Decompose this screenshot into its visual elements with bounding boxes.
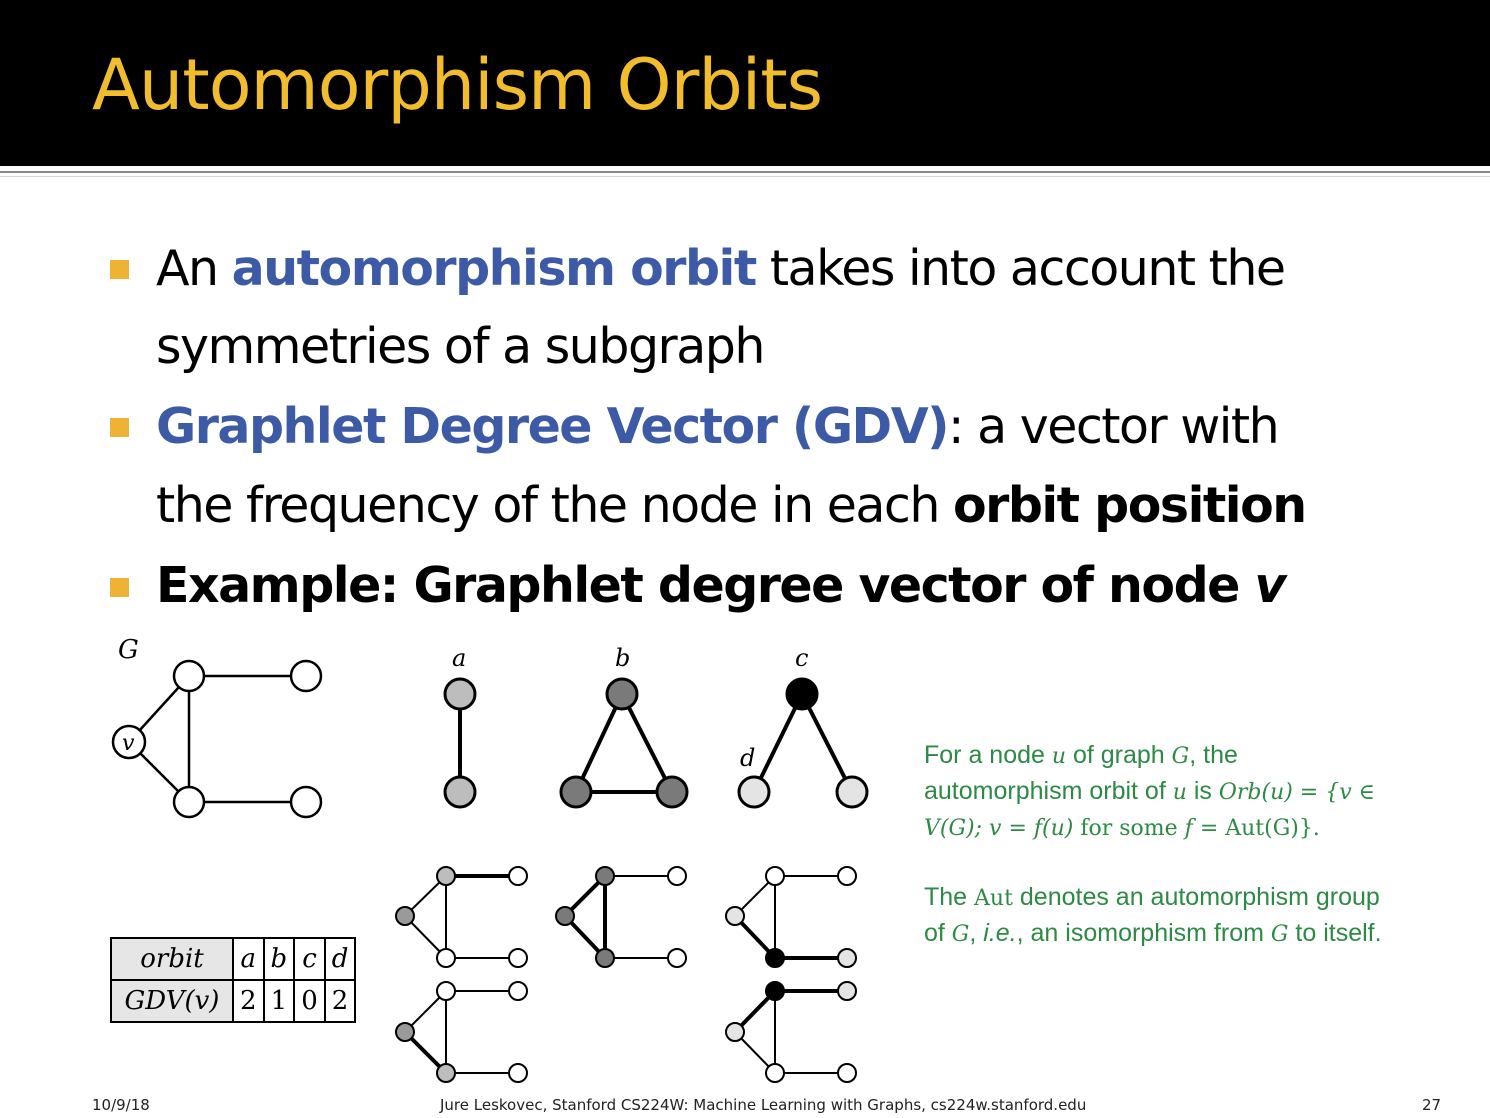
- title-bar: Automorphism Orbits: [0, 0, 1490, 166]
- footer-credit: Jure Leskovec, Stanford CS224W: Machine …: [440, 1096, 1087, 1114]
- graph-node: [172, 785, 206, 819]
- term-automorphism-orbit: automorphism orbit: [231, 240, 758, 297]
- graph-node: [289, 785, 323, 819]
- table-header-cell: c: [293, 937, 326, 981]
- orbit-node-a: [443, 677, 477, 711]
- orbit-label-a: a: [452, 644, 466, 672]
- table-header-cell: a: [232, 937, 265, 981]
- orbit-label-c: c: [795, 644, 808, 672]
- bullet-marker: [110, 260, 129, 279]
- table-header-cell: d: [323, 937, 357, 981]
- graphlet-diagram: G v a b c d: [111, 635, 869, 1083]
- instance-orbit-cd-2: [725, 981, 857, 1083]
- graph-node: [289, 659, 323, 693]
- graph-label-g: G: [118, 635, 139, 665]
- bullet-1-line-2: symmetries of a subgraph: [156, 318, 765, 375]
- orbit-node-d: [737, 775, 771, 809]
- table-row-label: GDV(v): [110, 979, 234, 1023]
- note-line-1: For a node u of graph G, the: [924, 741, 1238, 769]
- table-cell: 2: [323, 979, 357, 1023]
- term-gdv: Graphlet Degree Vector (GDV): [156, 398, 950, 455]
- note-line-2: automorphism orbit of u is Orb(u) = {v ∈: [924, 777, 1375, 805]
- definition-note: For a node u of graph G, the automorphis…: [924, 738, 1464, 952]
- bullet-3-line-1: Example: Graphlet degree vector of node …: [156, 557, 1286, 614]
- title-rule: [0, 171, 1490, 173]
- gdv-table: orbit a b c d GDV(v) 2 1 0 2: [110, 937, 357, 1023]
- orbit-node-c: [785, 677, 819, 711]
- note-line-3: V(G); v = f(u) for some f = Aut(G)}.: [924, 816, 1320, 841]
- note-line-5: of G, i.e., an isomorphism from G to its…: [924, 919, 1382, 947]
- footer-page-number: 27: [1422, 1096, 1442, 1114]
- orbit-node-b: [605, 677, 639, 711]
- instance-orbit-cd-1: [725, 866, 857, 968]
- orbit-node-a: [443, 775, 477, 809]
- orbit-node-b: [655, 775, 689, 809]
- slide-title: Automorphism Orbits: [92, 44, 823, 126]
- table-cell: 1: [262, 979, 296, 1023]
- orbit-label-b: b: [615, 644, 630, 672]
- footer-date: 10/9/18: [92, 1096, 150, 1114]
- table-cell: 2: [232, 979, 265, 1023]
- title-rule-light: [0, 176, 1490, 177]
- graph-node: [172, 659, 206, 693]
- bullet-marker: [110, 418, 129, 437]
- note-line-4: The Aut denotes an automorphism group: [924, 883, 1380, 911]
- bullet-2-line-2: the frequency of the node in each orbit …: [156, 477, 1307, 534]
- table-row: GDV(v) 2 1 0 2: [110, 979, 357, 1023]
- table-header-row: orbit a b c d: [110, 937, 357, 981]
- instance-orbit-b: [555, 866, 687, 968]
- instance-orbit-a-1: [395, 866, 528, 968]
- table-header-cell: b: [262, 937, 296, 981]
- orbit-label-d: d: [740, 744, 755, 772]
- term-orbit-position: orbit position: [952, 477, 1307, 534]
- node-label-v: v: [122, 731, 135, 756]
- table-cell: 0: [293, 979, 326, 1023]
- bullet-2-line-1: Graphlet Degree Vector (GDV): a vector w…: [156, 398, 1280, 455]
- bullet-marker: [110, 578, 129, 597]
- orbit-node-b: [559, 775, 593, 809]
- instance-orbit-a-2: [395, 981, 528, 1083]
- table-header-orbit: orbit: [110, 937, 234, 981]
- bullet-1-line-1: An automorphism orbit takes into account…: [156, 240, 1286, 297]
- orbit-node-d: [835, 775, 869, 809]
